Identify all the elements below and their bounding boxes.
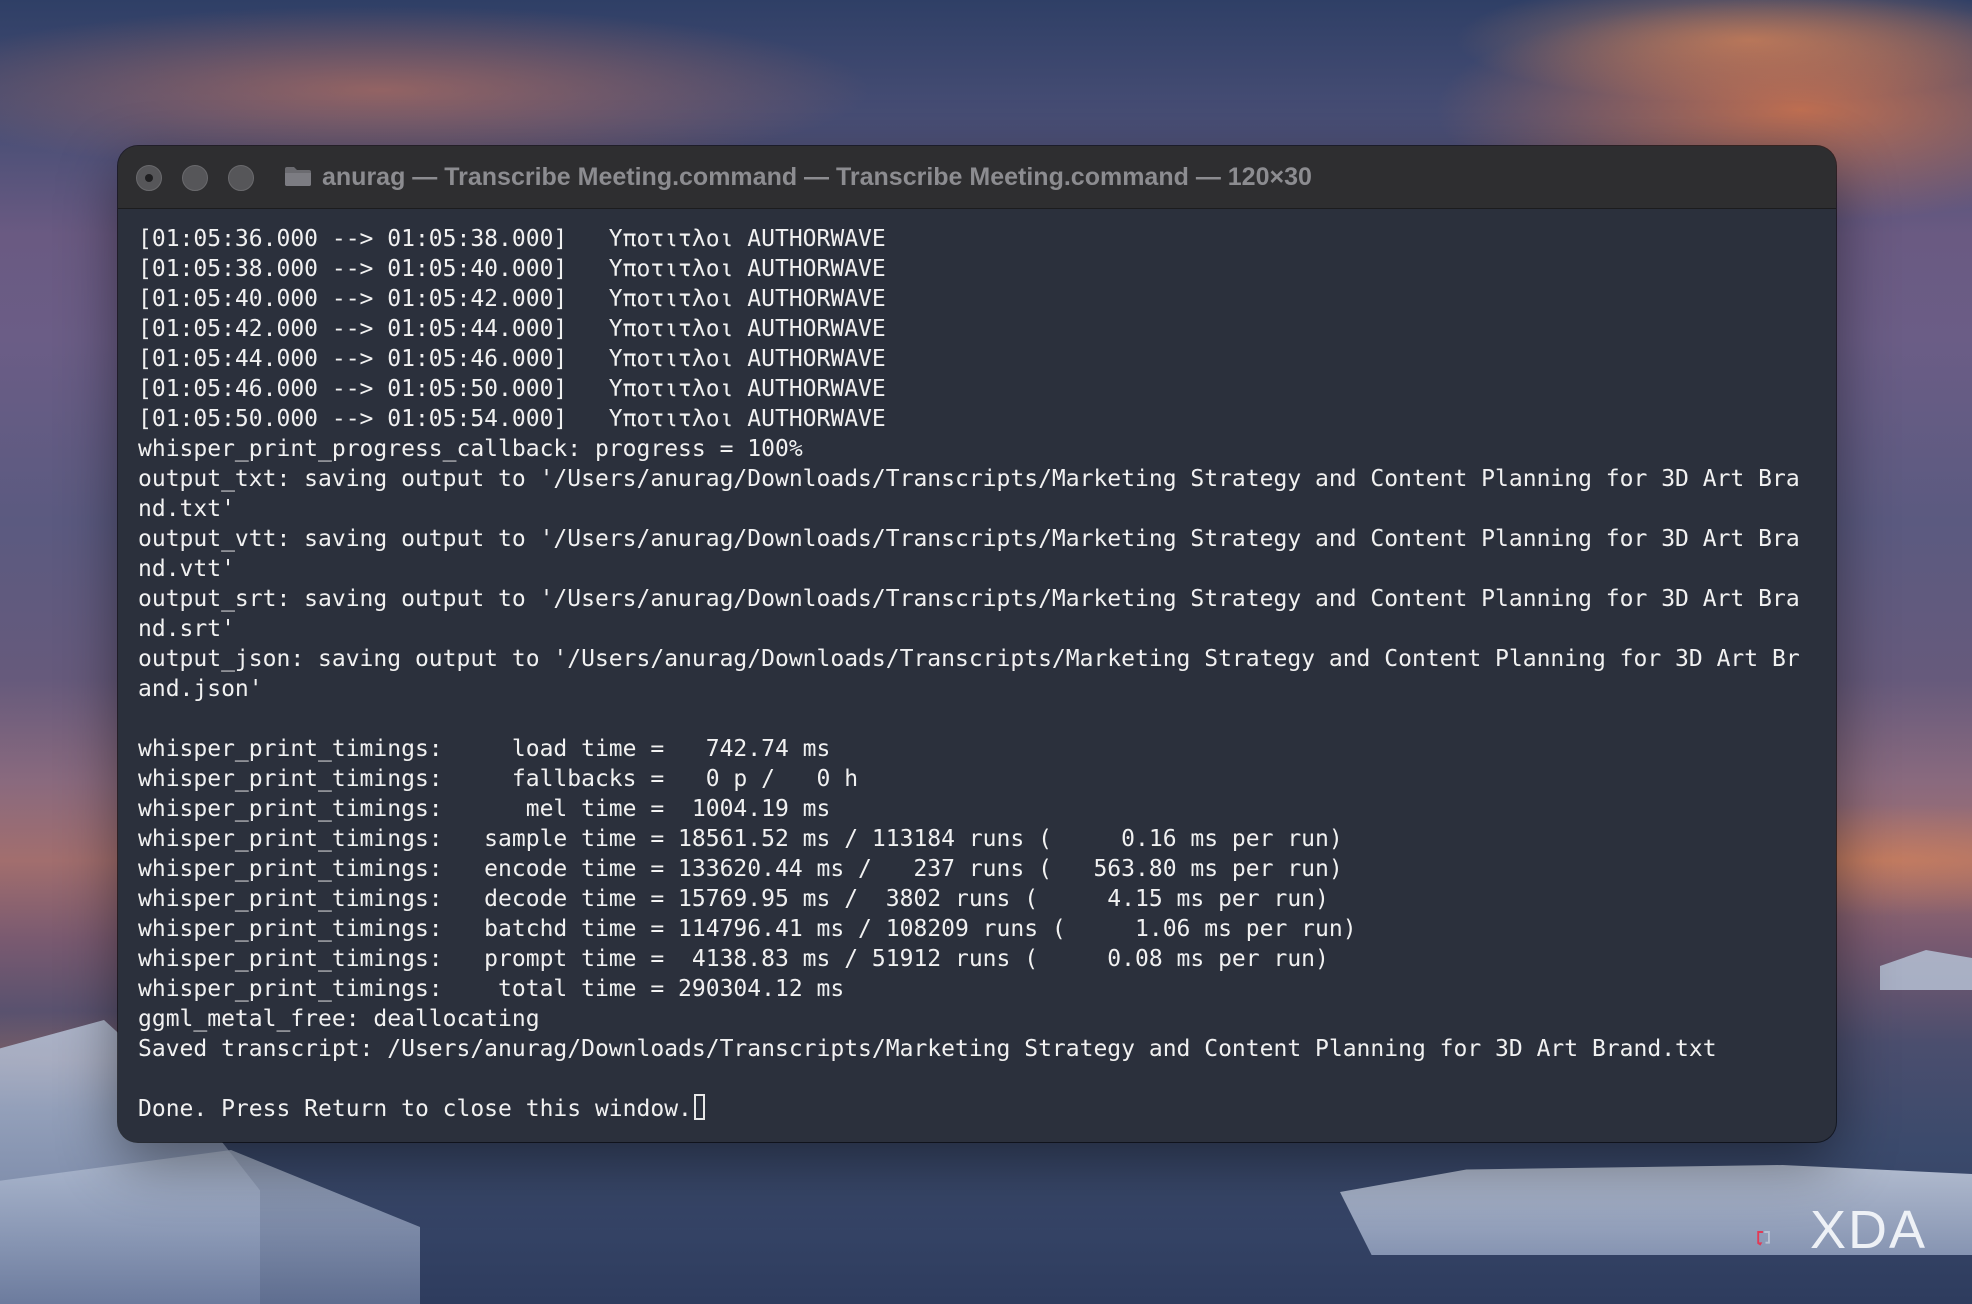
terminal-line: ggml_metal_free: deallocating: [138, 1006, 540, 1032]
terminal-line: whisper_print_progress_callback: progres…: [138, 436, 803, 462]
minimize-button[interactable]: [182, 165, 208, 191]
terminal-line: [01:05:36.000 --> 01:05:38.000] Υποτιτλο…: [138, 226, 886, 252]
terminal-line: [01:05:40.000 --> 01:05:42.000] Υποτιτλο…: [138, 286, 886, 312]
terminal-window: anurag — Transcribe Meeting.command — Tr…: [118, 146, 1836, 1142]
terminal-line: nd.txt': [138, 496, 235, 522]
terminal-line: whisper_print_timings: fallbacks = 0 p /…: [138, 766, 859, 792]
zoom-button[interactable]: [228, 165, 254, 191]
terminal-line: [01:05:42.000 --> 01:05:44.000] Υποτιτλο…: [138, 316, 886, 342]
window-titlebar[interactable]: anurag — Transcribe Meeting.command — Tr…: [118, 146, 1836, 209]
terminal-line: [01:05:44.000 --> 01:05:46.000] Υποτιτλο…: [138, 346, 886, 372]
terminal-line: whisper_print_timings: total time = 2903…: [138, 976, 845, 1002]
window-title: anurag — Transcribe Meeting.command — Tr…: [322, 163, 1312, 191]
terminal-line: whisper_print_timings: batchd time = 114…: [138, 916, 1357, 942]
terminal-line: whisper_print_timings: encode time = 133…: [138, 856, 1343, 882]
terminal-line: whisper_print_timings: decode time = 157…: [138, 886, 1329, 912]
terminal-line: and.json': [138, 676, 263, 702]
ice-floe: [1880, 950, 1972, 990]
xda-logo-icon: [1757, 1231, 1770, 1246]
terminal-line: whisper_print_timings: prompt time = 413…: [138, 946, 1329, 972]
xda-watermark: XDA: [1810, 1200, 1928, 1260]
terminal-line: whisper_print_timings: load time = 742.7…: [138, 736, 831, 762]
text-cursor: [693, 1094, 705, 1120]
terminal-line: output_vtt: saving output to '/Users/anu…: [138, 526, 1800, 552]
terminal-prompt-line: Done. Press Return to close this window.: [138, 1094, 1828, 1124]
terminal-output[interactable]: [01:05:36.000 --> 01:05:38.000] Υποτιτλο…: [138, 224, 1828, 1124]
terminal-line: whisper_print_timings: mel time = 1004.1…: [138, 796, 831, 822]
terminal-line: nd.srt': [138, 616, 235, 642]
folder-icon: [285, 167, 311, 186]
terminal-line: whisper_print_timings: sample time = 185…: [138, 826, 1343, 852]
terminal-line: Saved transcript: /Users/anurag/Download…: [138, 1036, 1717, 1062]
terminal-line: output_json: saving output to '/Users/an…: [138, 646, 1800, 672]
terminal-line: [01:05:46.000 --> 01:05:50.000] Υποτιτλο…: [138, 376, 886, 402]
terminal-line: [01:05:50.000 --> 01:05:54.000] Υποτιτλο…: [138, 406, 886, 432]
terminal-line: nd.vtt': [138, 556, 235, 582]
terminal-line: [01:05:38.000 --> 01:05:40.000] Υποτιτλο…: [138, 256, 886, 282]
close-button[interactable]: [136, 165, 162, 191]
terminal-line: output_txt: saving output to '/Users/anu…: [138, 466, 1800, 492]
ice-floe: [0, 1150, 420, 1304]
terminal-line: output_srt: saving output to '/Users/anu…: [138, 586, 1800, 612]
